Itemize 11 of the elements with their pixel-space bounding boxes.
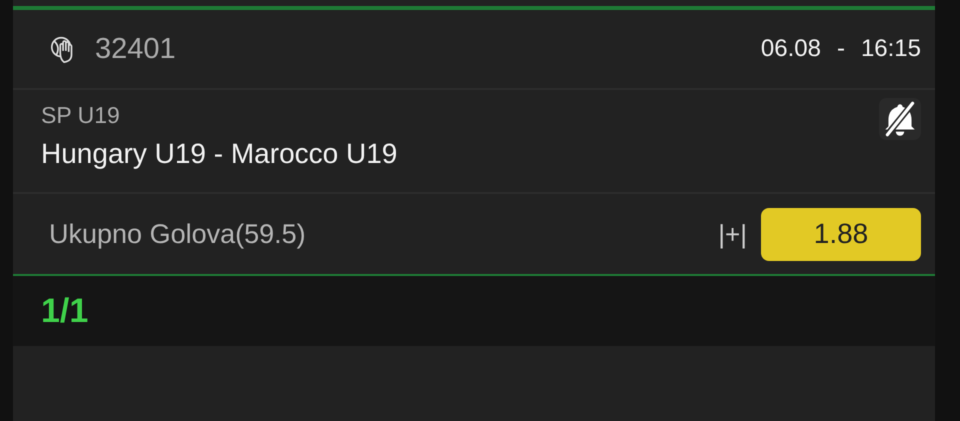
event-time: 16:15 <box>860 35 921 63</box>
event-code: 32401 <box>95 32 176 66</box>
expand-toggle[interactable]: |+| <box>718 218 747 250</box>
match-title: Hungary U19 - Marocco U19 <box>41 138 398 170</box>
date-separator: - <box>836 35 845 63</box>
league-name: SP U19 <box>41 102 120 129</box>
page-counter: 1/1 <box>41 292 88 330</box>
bell-off-icon[interactable] <box>879 98 921 140</box>
event-date: 06.08 <box>760 35 821 63</box>
odds-button[interactable]: 1.88 <box>761 208 921 260</box>
market-name: Ukupno Golova(59.5) <box>49 218 306 250</box>
